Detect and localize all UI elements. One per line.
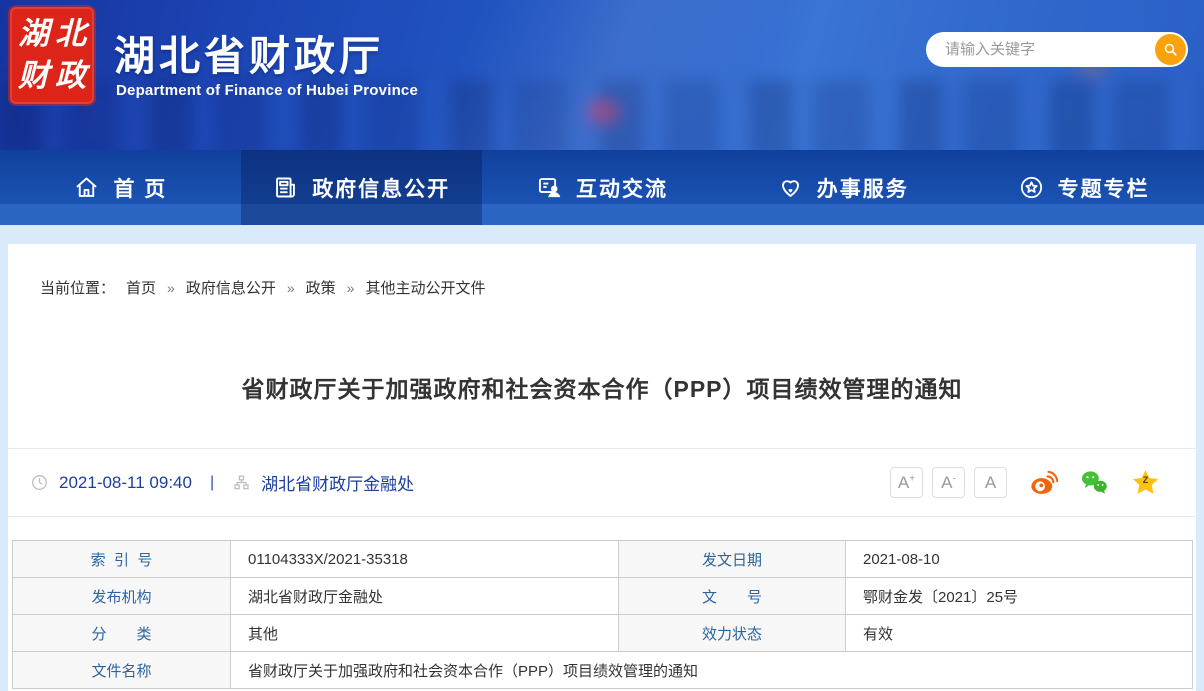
weibo-icon[interactable]	[1029, 468, 1058, 497]
star-badge-icon	[1018, 174, 1045, 201]
main-navigation: 首 页 政府信息公开 互动交流	[0, 150, 1204, 225]
nav-item-services[interactable]: 办事服务	[722, 150, 963, 225]
value-category: 其他	[231, 615, 619, 652]
seal-char: 政	[52, 56, 89, 99]
font-increase-button[interactable]: A+	[890, 467, 923, 498]
search-input[interactable]	[926, 32, 1146, 67]
font-reset-button[interactable]: A	[974, 467, 1007, 498]
label-document-number: 文 号	[619, 578, 846, 615]
meta-divider: |	[210, 474, 214, 492]
seal-char: 财	[15, 56, 52, 99]
search-button[interactable]	[1155, 34, 1186, 65]
sitemap-icon	[232, 473, 251, 492]
breadcrumb: 当前位置： 首页 » 政府信息公开 » 政策 » 其他主动公开文件	[8, 244, 1196, 298]
publish-source[interactable]: 湖北省财政厅金融处	[261, 470, 414, 495]
nav-label: 首 页	[113, 173, 167, 203]
svg-text:Z: Z	[1143, 475, 1149, 485]
table-row: 分 类 其他 效力状态 有效	[13, 615, 1193, 652]
table-row: 文件名称 省财政厅关于加强政府和社会资本合作（PPP）项目绩效管理的通知	[13, 652, 1193, 689]
value-document-title: 省财政厅关于加强政府和社会资本合作（PPP）项目绩效管理的通知	[231, 652, 1193, 689]
site-title: 湖北省财政厅	[114, 22, 384, 82]
value-issue-date: 2021-08-10	[846, 541, 1193, 578]
home-icon	[73, 174, 100, 201]
article-meta-bar: 2021-08-11 09:40 | 湖北省财政厅金融处 A+ A- A	[8, 448, 1196, 517]
value-index-number: 01104333X/2021-35318	[231, 541, 619, 578]
hubei-finance-seal-logo: 湖 北 财 政	[10, 7, 94, 104]
seal-char: 湖	[15, 13, 52, 56]
article-meta-left: 2021-08-11 09:40 | 湖北省财政厅金融处	[30, 470, 414, 495]
nav-item-home[interactable]: 首 页	[0, 150, 241, 225]
value-document-number: 鄂财金发〔2021〕25号	[846, 578, 1193, 615]
label-document-title: 文件名称	[13, 652, 231, 689]
breadcrumb-item-other-docs[interactable]: 其他主动公开文件	[365, 277, 485, 298]
article-title: 省财政厅关于加强政府和社会资本合作（PPP）项目绩效管理的通知	[8, 370, 1196, 404]
search-box	[926, 32, 1188, 67]
seal-char: 北	[52, 13, 89, 56]
nav-item-interaction[interactable]: 互动交流	[482, 150, 723, 225]
nav-label: 专题专栏	[1058, 173, 1150, 203]
wechat-icon[interactable]	[1080, 468, 1109, 497]
document-info-table-wrap: 索 引 号 01104333X/2021-35318 发文日期 2021-08-…	[12, 540, 1192, 689]
breadcrumb-item-gov-info[interactable]: 政府信息公开	[186, 277, 276, 298]
heart-icon	[777, 174, 804, 201]
site-subtitle: Department of Finance of Hubei Province	[116, 82, 418, 99]
interaction-icon	[536, 174, 563, 201]
nav-label: 政府信息公开	[312, 173, 450, 203]
label-issuing-agency: 发布机构	[13, 578, 231, 615]
label-issue-date: 发文日期	[619, 541, 846, 578]
nav-item-gov-info[interactable]: 政府信息公开	[241, 150, 482, 225]
content-card: 当前位置： 首页 » 政府信息公开 » 政策 » 其他主动公开文件 省财政厅关于…	[8, 244, 1196, 691]
nav-label: 办事服务	[817, 173, 909, 203]
article-meta-right: A+ A- A	[890, 467, 1160, 498]
value-validity-status: 有效	[846, 615, 1193, 652]
breadcrumb-item-home[interactable]: 首页	[126, 277, 156, 298]
value-issuing-agency: 湖北省财政厅金融处	[231, 578, 619, 615]
label-validity-status: 效力状态	[619, 615, 846, 652]
table-row: 发布机构 湖北省财政厅金融处 文 号 鄂财金发〔2021〕25号	[13, 578, 1193, 615]
breadcrumb-label: 当前位置：	[40, 277, 115, 298]
nav-item-special-topics[interactable]: 专题专栏	[963, 150, 1204, 225]
label-category: 分 类	[13, 615, 231, 652]
search-icon	[1162, 41, 1179, 58]
document-info-table: 索 引 号 01104333X/2021-35318 发文日期 2021-08-…	[12, 540, 1193, 689]
qzone-icon[interactable]: Z	[1131, 468, 1160, 497]
publish-time: 2021-08-11 09:40	[59, 473, 192, 493]
newspaper-icon	[272, 174, 299, 201]
nav-label: 互动交流	[576, 173, 668, 203]
site-header: 湖 北 财 政 湖北省财政厅 Department of Finance of …	[0, 0, 1204, 150]
breadcrumb-separator: »	[347, 280, 355, 296]
font-decrease-button[interactable]: A-	[932, 467, 965, 498]
breadcrumb-separator: »	[287, 280, 295, 296]
clock-icon	[30, 473, 49, 492]
breadcrumb-item-policy[interactable]: 政策	[306, 277, 336, 298]
breadcrumb-separator: »	[167, 280, 175, 296]
label-index-number: 索 引 号	[13, 541, 231, 578]
table-row: 索 引 号 01104333X/2021-35318 发文日期 2021-08-…	[13, 541, 1193, 578]
